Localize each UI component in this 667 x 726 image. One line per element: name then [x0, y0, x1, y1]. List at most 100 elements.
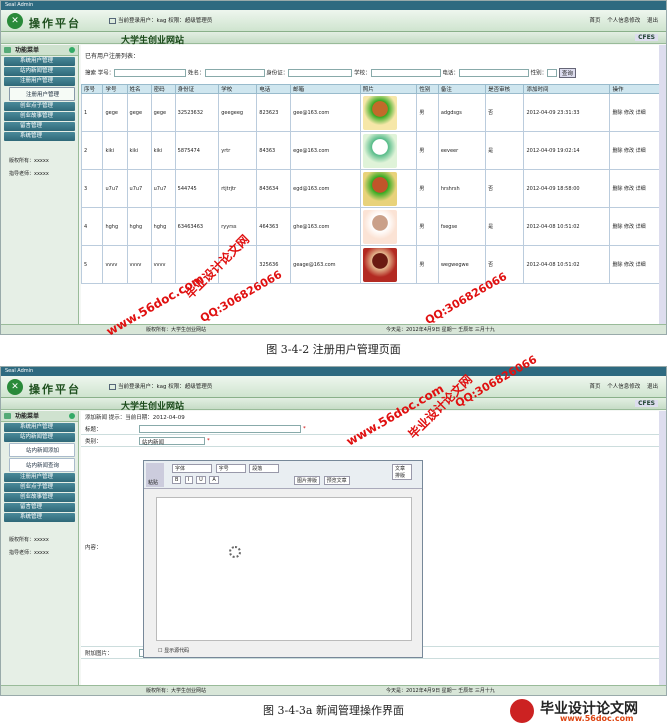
table-cell: hrshrsh — [437, 169, 487, 208]
menu-ideas[interactable]: 创业点子管理 — [4, 102, 75, 111]
row-actions[interactable]: 删除 修改 详细 — [609, 207, 666, 246]
table-cell: kiki — [126, 131, 152, 170]
footer-logo-icon — [510, 699, 534, 723]
logout-link[interactable]: 退出 — [647, 18, 658, 24]
name-input[interactable] — [204, 69, 265, 77]
italic-button[interactable]: I — [185, 476, 193, 484]
preview-button[interactable]: 预览文章 — [323, 476, 350, 485]
paste-button[interactable]: 粘贴 — [146, 463, 164, 487]
logout-link[interactable]: 退出 — [647, 384, 658, 390]
table-cell: 823623 — [256, 93, 292, 132]
editor-content[interactable] — [156, 497, 412, 641]
window-title: Seal Admin — [1, 1, 666, 10]
table-cell: 是 — [485, 207, 525, 246]
table-cell: 4 — [80, 207, 104, 246]
menu-ideas[interactable]: 创业点子管理 — [4, 483, 75, 492]
menu-reg-users[interactable]: 注册用户管理 — [4, 77, 75, 86]
copyright-info: 版权所有：xxxxx — [9, 158, 49, 164]
show-source-checkbox[interactable]: ☐ 显示源代码 — [158, 647, 189, 654]
photo-cell — [359, 207, 418, 246]
phone-input[interactable] — [458, 69, 529, 77]
paragraph-select[interactable]: 段落 — [249, 464, 280, 473]
menu-news-add[interactable]: 站内新闻添加 — [9, 443, 75, 457]
table-row: 3 u7u7 u7u7 u7u7 544745 rtjtrjtr 843634 egd@163… — [80, 169, 666, 208]
menu-header: 功能菜单 — [1, 411, 78, 422]
col-header: 学校 — [218, 84, 258, 94]
underline-button[interactable]: U — [196, 476, 206, 484]
editor-row-4: 文章排版 — [392, 464, 414, 480]
menu-news[interactable]: 站内新闻管理 — [4, 67, 75, 76]
user-photo — [362, 95, 397, 130]
menu-system-users[interactable]: 系统用户管理 — [4, 423, 75, 432]
table-cell: vvvv — [126, 245, 152, 284]
image-layout-button[interactable]: 图片排版 — [294, 476, 321, 485]
row-actions[interactable]: 删除 修改 详细 — [609, 169, 666, 208]
table-cell: gege — [102, 93, 128, 132]
profile-link[interactable]: 个人信息修改 — [607, 18, 640, 24]
table-cell: ege@163.com — [290, 131, 361, 170]
user-photo — [362, 133, 397, 168]
col-header: 序号 — [80, 84, 104, 94]
row-actions[interactable]: 删除 修改 详细 — [609, 131, 666, 170]
menu-stories[interactable]: 创业故事管理 — [4, 493, 75, 502]
category-select[interactable]: 站内新闻 — [139, 436, 205, 446]
photo-cell — [359, 169, 418, 208]
table-cell: 32523632 — [174, 93, 220, 132]
col-header: 备注 — [437, 84, 487, 94]
table-cell: 3 — [80, 169, 104, 208]
col-header: 身份证 — [174, 84, 220, 94]
user-photo — [362, 171, 397, 206]
logo-icon: ✕ — [7, 379, 23, 395]
rich-text-editor[interactable]: 粘贴 字体 字号 段落 B I U A 图片排版 预览文章 文章排版 ☐ 显示源… — [143, 460, 423, 658]
menu-header: 功能菜单 — [1, 45, 78, 56]
table-cell: 544745 — [174, 169, 220, 208]
font-color-button[interactable]: A — [209, 476, 219, 484]
scrollbar[interactable] — [659, 45, 666, 326]
idcard-input[interactable] — [288, 69, 353, 77]
menu-messages[interactable]: 留言管理 — [4, 122, 75, 131]
search-button[interactable]: 查询 — [558, 68, 576, 78]
top-links: 首页 个人信息修改 退出 — [584, 382, 658, 390]
status-right: 今天是：2012年4月9日 星期一 壬辰年 三月十九 — [386, 327, 495, 333]
table-cell: 843634 — [256, 169, 292, 208]
row-actions[interactable]: 删除 修改 详细 — [609, 245, 666, 284]
col-header: 电话 — [256, 84, 292, 94]
gender-select[interactable] — [547, 69, 558, 77]
sidebar: 功能菜单 系统用户管理 站内新闻管理 站内新闻添加 站内新闻查询 注册用户管理 … — [1, 411, 79, 687]
collapse-icon[interactable] — [69, 47, 75, 53]
row-actions[interactable]: 删除 修改 详细 — [609, 93, 666, 132]
student-id-input[interactable] — [114, 69, 187, 77]
article-layout-button[interactable]: 文章排版 — [392, 464, 412, 480]
top-links: 首页 个人信息修改 退出 — [584, 16, 658, 24]
user-photo — [362, 247, 397, 282]
menu-system[interactable]: 系统管理 — [4, 132, 75, 141]
collapse-icon[interactable] — [69, 413, 75, 419]
menu-news[interactable]: 站内新闻管理 — [4, 433, 75, 442]
menu-system[interactable]: 系统管理 — [4, 513, 75, 522]
photo-cell — [359, 245, 418, 284]
menu-reg-users[interactable]: 注册用户管理 — [4, 473, 75, 482]
table-cell: ghe@163.com — [290, 207, 361, 246]
font-select[interactable]: 字体 — [172, 464, 212, 473]
table-cell: 2012-04-08 10:51:02 — [523, 207, 611, 246]
profile-link[interactable]: 个人信息修改 — [607, 384, 640, 390]
editor-row-1: 字体 字号 段落 — [172, 464, 281, 473]
bold-button[interactable]: B — [172, 476, 182, 484]
title-input[interactable] — [139, 424, 301, 433]
table-cell: hghg — [126, 207, 152, 246]
current-user-info: 当前登录用户：kag 权限：超级管理员 — [109, 16, 212, 24]
brand-title: 操作平台 — [29, 17, 81, 30]
menu-messages[interactable]: 留言管理 — [4, 503, 75, 512]
home-link[interactable]: 首页 — [589, 384, 600, 390]
menu-stories[interactable]: 创业故事管理 — [4, 112, 75, 121]
menu-news-query[interactable]: 站内新闻查询 — [9, 458, 75, 472]
size-select[interactable]: 字号 — [215, 464, 246, 473]
scrollbar[interactable] — [659, 411, 666, 687]
school-input[interactable] — [370, 69, 441, 77]
menu-system-users[interactable]: 系统用户管理 — [4, 57, 75, 66]
menu-reg-users-sub[interactable]: 注册用户管理 — [9, 87, 75, 101]
col-header: 是否审核 — [485, 84, 525, 94]
home-link[interactable]: 首页 — [589, 18, 600, 24]
table-cell: 2012-04-09 18:58:00 — [523, 169, 611, 208]
status-bar: 版权所有：大学生创业网站 今天是：2012年4月9日 星期一 壬辰年 三月十九 — [1, 324, 666, 334]
